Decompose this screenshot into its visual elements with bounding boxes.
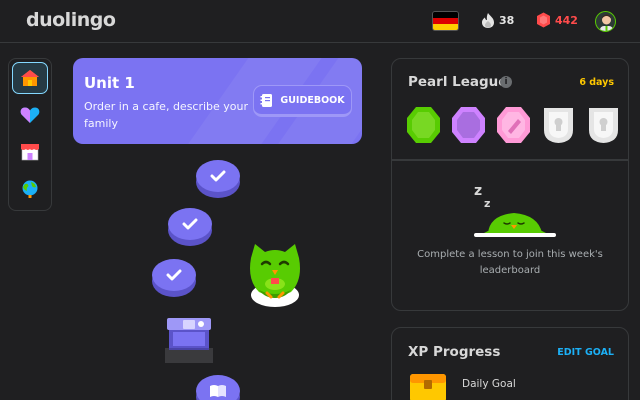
- left-nav: [8, 58, 52, 211]
- xp-progress-panel: XP Progress EDIT GOAL Daily Goal: [391, 327, 629, 400]
- league-badge-purple: [452, 107, 485, 143]
- info-icon[interactable]: i: [500, 76, 512, 88]
- treasure-chest-icon[interactable]: [163, 310, 215, 365]
- league-message: Complete a lesson to join this week's le…: [417, 249, 603, 276]
- shop-icon: [21, 144, 39, 161]
- unit-banner: Unit 1 Order in a cafe, describe your fa…: [73, 58, 362, 144]
- daily-goal-label: Daily Goal: [462, 378, 516, 390]
- lesson-node-completed[interactable]: [168, 208, 212, 246]
- notebook-icon: [260, 93, 273, 107]
- divider: [392, 159, 628, 161]
- checkmark-icon: [166, 269, 182, 281]
- league-badge-pink: [497, 107, 530, 143]
- xp-progress-title: XP Progress: [408, 344, 501, 360]
- nav-leagues[interactable]: [12, 173, 48, 205]
- profile-avatar[interactable]: [595, 11, 616, 32]
- duolingo-logo[interactable]: duolingo: [26, 9, 116, 31]
- checkmark-icon: [182, 218, 198, 230]
- duo-owl-icon: [245, 240, 305, 310]
- guidebook-button[interactable]: GUIDEBOOK: [253, 85, 352, 117]
- league-badge-locked: [589, 108, 618, 143]
- guidebook-label: GUIDEBOOK: [280, 94, 345, 106]
- unit-title: Unit 1: [84, 74, 135, 92]
- book-icon: [210, 385, 226, 397]
- checkmark-icon: [210, 170, 226, 182]
- nav-practice[interactable]: [12, 99, 48, 131]
- streak-count: 38: [499, 14, 515, 27]
- gems-counter[interactable]: 442: [536, 12, 578, 28]
- league-badge-locked: [544, 108, 573, 143]
- league-badges: [406, 106, 621, 144]
- streak-flame-icon: [482, 13, 494, 28]
- xp-chest-icon: [408, 370, 448, 400]
- heart-practice-icon: [20, 107, 40, 123]
- avatar-icon: [600, 14, 613, 31]
- svg-text:z: z: [474, 183, 482, 199]
- sleeping-owl-icon: z z: [470, 179, 560, 239]
- unit-description: Order in a cafe, describe your family: [84, 100, 249, 130]
- streak-counter[interactable]: 38: [481, 12, 514, 29]
- nav-shop[interactable]: [12, 136, 48, 168]
- gems-count: 442: [555, 13, 578, 27]
- lesson-node-completed[interactable]: [196, 160, 240, 198]
- league-panel: Pearl League i 6 days z z Complete a les…: [391, 58, 629, 311]
- league-days-left: 6 days: [579, 77, 614, 88]
- top-bar: duolingo 38 442: [0, 0, 640, 43]
- lesson-node-story[interactable]: [196, 375, 240, 400]
- lesson-node-completed[interactable]: [152, 259, 196, 297]
- svg-text:z: z: [484, 197, 490, 210]
- german-flag-icon[interactable]: [432, 11, 459, 31]
- league-badge-green: [407, 107, 440, 143]
- globe-icon: [22, 180, 38, 198]
- gem-icon: [537, 12, 550, 28]
- home-icon: [21, 70, 39, 86]
- league-title: Pearl League: [408, 74, 508, 90]
- nav-learn[interactable]: [12, 62, 48, 94]
- edit-goal-link[interactable]: EDIT GOAL: [557, 347, 614, 358]
